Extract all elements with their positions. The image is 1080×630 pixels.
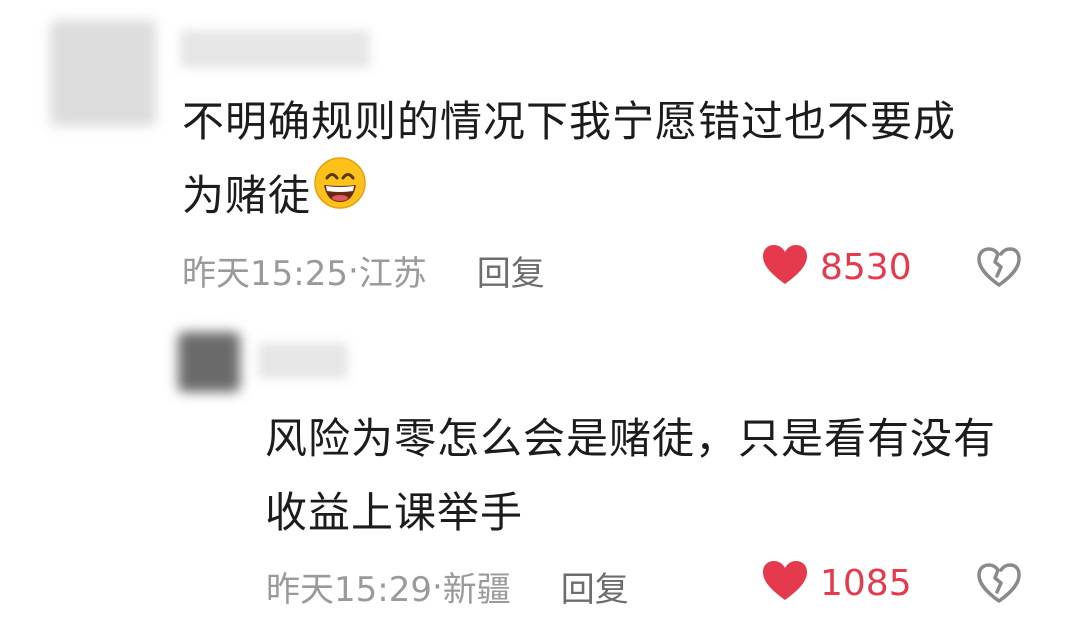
reply-button[interactable]: 回复	[561, 562, 629, 611]
dislike-button[interactable]	[976, 246, 1022, 292]
username[interactable]	[258, 343, 348, 379]
dislike-button[interactable]	[976, 562, 1022, 608]
comment-text: 不明确规则的情况下我宁愿错过也不要成 为赌徒	[182, 85, 956, 237]
reply-button[interactable]: 回复	[477, 246, 545, 295]
separator: ·	[431, 566, 443, 607]
avatar[interactable]	[178, 332, 240, 392]
like-button[interactable]: 8530	[762, 244, 912, 290]
like-count: 1085	[820, 562, 912, 604]
broken-heart-icon	[976, 563, 1022, 608]
broken-heart-icon	[976, 247, 1022, 292]
location: 新疆	[442, 570, 511, 610]
comment-text-line: 不明确规则的情况下我宁愿错过也不要成	[182, 97, 957, 146]
avatar[interactable]	[50, 20, 156, 126]
reply-text-line: 风险为零怎么会是赌徒，只是看有没有	[265, 414, 997, 463]
username[interactable]	[180, 30, 370, 68]
like-count: 8530	[820, 246, 912, 288]
heart-icon	[762, 244, 808, 290]
reply-text-line: 收益上课举手	[265, 488, 524, 537]
heart-icon	[762, 560, 808, 606]
reply-meta: 昨天15:29 · 新疆 回复	[266, 562, 629, 611]
location: 江苏	[358, 254, 427, 294]
reply-text: 风险为零怎么会是赌徒，只是看有没有 收益上课举手	[265, 402, 996, 550]
grinning-face-icon	[313, 156, 367, 233]
comment-meta: 昨天15:25 · 江苏 回复	[182, 246, 545, 295]
timestamp: 昨天15:25	[182, 254, 348, 294]
separator: ·	[347, 250, 359, 291]
like-button[interactable]: 1085	[762, 560, 912, 606]
comment-text-line: 为赌徒	[182, 156, 956, 237]
timestamp: 昨天15:29	[266, 570, 432, 610]
